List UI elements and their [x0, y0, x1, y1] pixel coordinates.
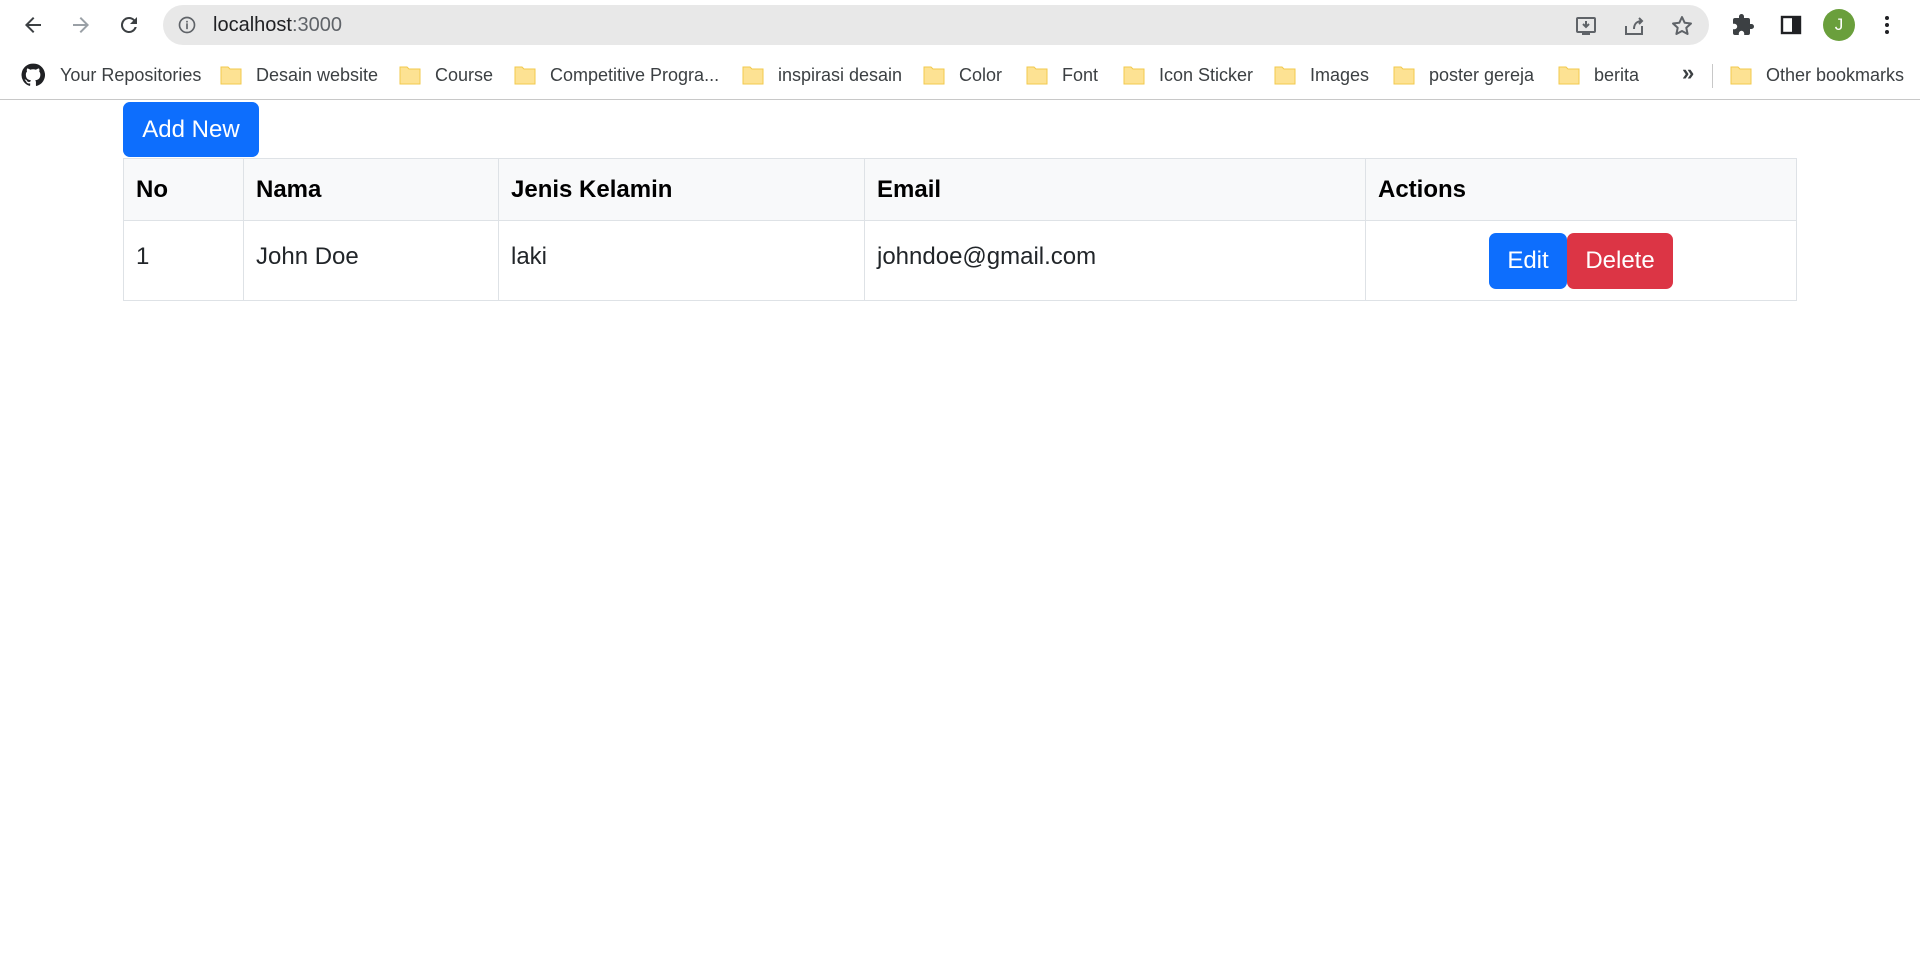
back-button[interactable]	[16, 8, 50, 42]
folder-icon	[399, 65, 421, 85]
table-row: 1 John Doe laki johndoe@gmail.com Edit De…	[123, 220, 1797, 301]
install-app-button[interactable]	[1573, 13, 1599, 39]
bookmark-font[interactable]: Font	[1026, 61, 1098, 89]
add-new-button[interactable]: Add New	[123, 102, 259, 157]
bookmark-label: Images	[1310, 64, 1370, 85]
bookmarks-overflow-button[interactable]: »	[1682, 60, 1694, 86]
info-icon[interactable]	[177, 15, 197, 35]
profile-avatar[interactable]: J	[1823, 9, 1855, 41]
cell-email: johndoe@gmail.com	[864, 220, 1366, 301]
folder-icon	[1274, 65, 1296, 85]
menu-button[interactable]	[1870, 8, 1904, 42]
bookmark-course[interactable]: Course	[399, 61, 493, 89]
folder-icon	[1123, 65, 1145, 85]
folder-icon	[220, 65, 242, 85]
bookmark-label: Color	[959, 64, 1003, 85]
share-icon	[1625, 17, 1644, 35]
bookmark-label: poster gereja	[1429, 64, 1535, 85]
reload-icon	[120, 16, 137, 33]
url-port: :3000	[291, 14, 342, 36]
delete-button[interactable]: Delete	[1567, 232, 1673, 289]
bookmarks-separator	[1712, 64, 1713, 88]
bookmark-color[interactable]: Color	[923, 61, 1002, 89]
url-text[interactable]: localhost:3000	[213, 5, 342, 45]
bookmark-label: inspirasi desain	[778, 64, 903, 85]
folder-icon	[742, 65, 764, 85]
browser-toolbar: localhost:3000 J	[0, 0, 1920, 50]
cell-jenis-kelamin: laki	[498, 220, 865, 301]
table-header-row: No Nama Jenis Kelamin Email Actions	[123, 158, 1797, 221]
bookmark-star-button[interactable]	[1669, 13, 1695, 39]
kebab-menu-icon	[1885, 16, 1889, 34]
cell-actions: Edit Delete	[1365, 220, 1797, 301]
folder-icon	[1026, 65, 1048, 85]
arrow-left-icon	[25, 17, 41, 33]
extensions-button[interactable]	[1726, 8, 1760, 42]
bookmark-your-repositories[interactable]: Your Repositories	[20, 61, 201, 89]
share-button[interactable]	[1621, 13, 1647, 39]
bookmark-label: Your Repositories	[60, 64, 202, 85]
bookmark-label: berita	[1594, 64, 1640, 85]
bookmark-label: Font	[1062, 64, 1099, 85]
bookmark-inspirasi-desain[interactable]: inspirasi desain	[742, 61, 902, 89]
cell-no: 1	[123, 220, 244, 301]
bookmark-poster-gereja[interactable]: poster gereja	[1393, 61, 1534, 89]
address-bar[interactable]: localhost:3000	[163, 5, 1709, 45]
bookmark-label: Course	[435, 64, 494, 85]
column-header-nama: Nama	[243, 158, 499, 221]
bookmark-label: Competitive Progra...	[550, 64, 720, 85]
cell-nama: John Doe	[243, 220, 499, 301]
install-icon	[1576, 17, 1596, 35]
column-header-no: No	[123, 158, 244, 221]
bookmark-other-bookmarks[interactable]: Other bookmarks	[1730, 61, 1904, 89]
side-panel-button[interactable]	[1774, 8, 1808, 42]
folder-icon	[923, 65, 945, 85]
bookmark-label: Other bookmarks	[1766, 64, 1905, 85]
url-host: localhost	[213, 14, 292, 36]
folder-icon	[1730, 65, 1752, 85]
column-header-email: Email	[864, 158, 1366, 221]
edit-button[interactable]: Edit	[1489, 232, 1567, 289]
github-icon	[21, 63, 46, 86]
column-header-actions: Actions	[1365, 158, 1797, 221]
puzzle-icon	[1733, 14, 1754, 35]
folder-icon	[1393, 65, 1415, 85]
bookmark-berita[interactable]: berita	[1558, 61, 1639, 89]
forward-button[interactable]	[64, 8, 98, 42]
bookmarks-bar: Your Repositories Desain website Course …	[0, 52, 1920, 100]
bookmark-label: Desain website	[256, 64, 379, 85]
reload-button[interactable]	[112, 8, 146, 42]
star-icon	[1672, 16, 1692, 35]
side-panel-icon	[1780, 15, 1802, 35]
users-table: No Nama Jenis Kelamin Email Actions 1 Jo…	[123, 158, 1797, 301]
bookmark-icon-sticker[interactable]: Icon Sticker	[1123, 61, 1253, 89]
column-header-jenis-kelamin: Jenis Kelamin	[498, 158, 865, 221]
arrow-right-icon	[73, 17, 89, 33]
bookmark-label: Icon Sticker	[1159, 64, 1254, 85]
bookmark-competitive-programming[interactable]: Competitive Progra...	[514, 61, 719, 89]
folder-icon	[1558, 65, 1580, 85]
folder-icon	[514, 65, 536, 85]
bookmark-images[interactable]: Images	[1274, 61, 1369, 89]
bookmark-desain-website[interactable]: Desain website	[220, 61, 378, 89]
